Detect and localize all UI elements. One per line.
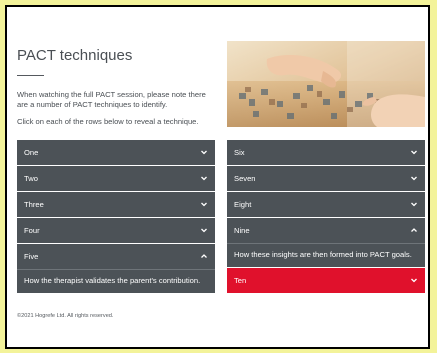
intro-text: When watching the full PACT session, ple… <box>17 90 206 109</box>
instruction-text: Click on each of the rows below to revea… <box>17 117 199 126</box>
chevron-down-icon <box>409 200 419 209</box>
technique-text: How these insights are then formed into … <box>234 250 412 259</box>
accordion-row-three[interactable]: Three <box>17 192 215 217</box>
accordion-row-label: Five <box>24 252 39 261</box>
panel-divider <box>17 269 215 270</box>
accordion-row-label: Six <box>234 148 245 157</box>
accordion-row-eight[interactable]: Eight <box>227 192 425 217</box>
chevron-down-icon <box>199 148 209 157</box>
copyright-footer: ©2021 Hogrefe Ltd. All rights reserved. <box>17 313 114 319</box>
accordion-left: One Two Three Four Five How the therapis… <box>17 140 215 294</box>
chevron-down-icon <box>409 276 419 285</box>
accordion-panel-nine: How these insights are then formed into … <box>227 243 425 268</box>
title-divider <box>17 75 44 76</box>
chevron-down-icon <box>199 226 209 235</box>
accordion-row-five[interactable]: Five <box>17 244 215 269</box>
chevron-down-icon <box>409 174 419 183</box>
accordion-right: Six Seven Eight Nine How these insights … <box>227 140 425 294</box>
accordion-row-two[interactable]: Two <box>17 166 215 191</box>
accordion-row-label: Nine <box>234 226 250 235</box>
accordion-row-label: Eight <box>234 200 252 209</box>
page-title: PACT techniques <box>17 47 133 64</box>
accordion-panel-five: How the therapist validates the parent's… <box>17 269 215 294</box>
accordion-row-nine[interactable]: Nine <box>227 218 425 243</box>
chevron-down-icon <box>409 148 419 157</box>
accordion-row-label: One <box>24 148 39 157</box>
chevron-down-icon <box>199 174 209 183</box>
accordion-row-label: Four <box>24 226 40 235</box>
accordion-row-seven[interactable]: Seven <box>227 166 425 191</box>
accordion-row-label: Seven <box>234 174 256 183</box>
accordion-row-ten[interactable]: Ten <box>227 268 425 294</box>
accordion-row-label: Two <box>24 174 38 183</box>
content-frame: PACT techniques When watching the full P… <box>5 5 430 349</box>
chevron-up-icon <box>199 252 209 261</box>
accordion-row-one[interactable]: One <box>17 140 215 165</box>
accordion-row-six[interactable]: Six <box>227 140 425 165</box>
accordion-row-label: Three <box>24 200 44 209</box>
technique-text: How the therapist validates the parent's… <box>24 276 201 285</box>
accordion-row-label: Ten <box>234 276 247 286</box>
chevron-down-icon <box>199 200 209 209</box>
accordion-row-four[interactable]: Four <box>17 218 215 243</box>
chevron-up-icon <box>409 226 419 235</box>
puzzle-photo <box>227 41 425 127</box>
panel-divider <box>227 243 425 244</box>
